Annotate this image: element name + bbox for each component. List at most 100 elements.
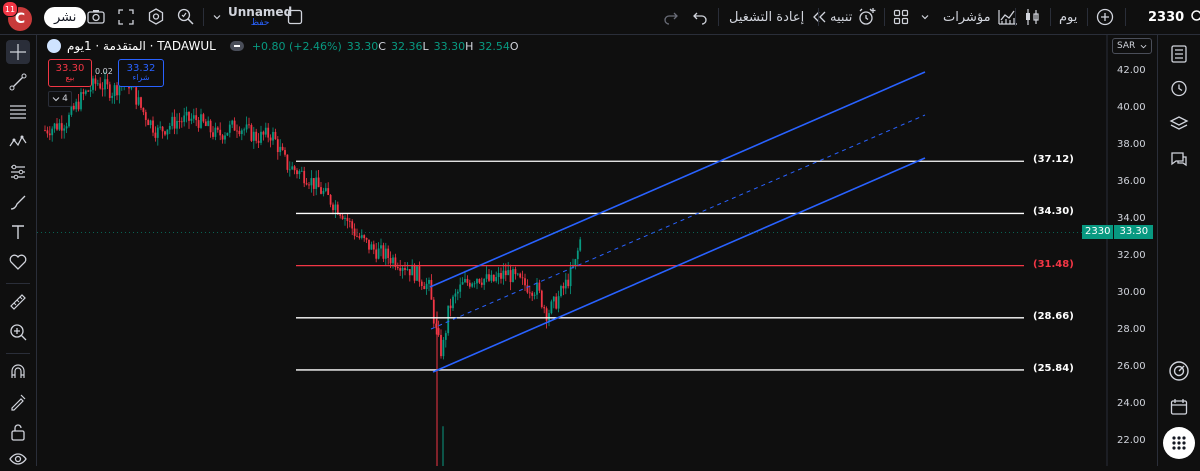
crosshair-icon[interactable] — [6, 40, 30, 64]
toolbar-divider — [1087, 8, 1088, 26]
magnet-icon[interactable] — [6, 360, 30, 384]
fib-levels-group — [296, 160, 1024, 371]
redo-icon[interactable] — [662, 0, 680, 34]
quick-search-icon[interactable] — [176, 0, 196, 34]
layout-name-button[interactable]: Unnamed حفظ — [228, 0, 292, 34]
legend-change: +0.80 (+2.46%) — [251, 39, 342, 53]
candle-body — [159, 126, 162, 128]
candle-body — [99, 83, 102, 89]
candle-body — [512, 269, 514, 283]
candle-body — [452, 296, 454, 309]
candle-body — [358, 236, 361, 238]
chart-type-candles-icon[interactable] — [1023, 0, 1041, 34]
watchlist-icon[interactable] — [1167, 42, 1191, 66]
eye-icon[interactable] — [6, 447, 30, 471]
calendar-icon[interactable] — [1167, 395, 1191, 419]
candle-body — [526, 285, 529, 293]
candle-body — [156, 127, 159, 138]
snapshot-camera-icon[interactable] — [86, 0, 106, 34]
candle-body — [560, 285, 562, 297]
lock-icon[interactable] — [6, 420, 30, 444]
buy-button[interactable]: 33.32 شراء — [118, 59, 164, 87]
alert-button[interactable]: تنبيه — [830, 0, 877, 34]
candle-body — [236, 130, 238, 132]
candle-body — [437, 328, 440, 335]
indicators-toggle-button[interactable]: 4 — [48, 91, 72, 107]
candle-body — [137, 97, 140, 105]
compare-add-symbol-icon[interactable] — [1095, 0, 1115, 34]
fullscreen-icon[interactable] — [117, 0, 135, 34]
spread-value: 0.02 — [95, 67, 113, 76]
candle-body — [569, 267, 572, 287]
replay-button[interactable]: إعادة التشغيل — [729, 0, 828, 34]
candle-body — [488, 274, 490, 281]
heart-icon[interactable] — [6, 250, 30, 274]
sell-label: بيع — [65, 73, 75, 83]
chat-icon[interactable] — [1167, 148, 1191, 172]
settings-gear-icon[interactable] — [146, 0, 166, 34]
layout-save-label: حفظ — [250, 18, 270, 28]
layout-box-icon[interactable] — [287, 0, 303, 34]
indicators-button[interactable]: مؤشرات — [943, 0, 1019, 34]
zoom-in-icon[interactable] — [6, 320, 30, 344]
current-price-value: 33.30 — [1114, 225, 1154, 239]
layers-icon[interactable] — [1167, 112, 1191, 136]
price-chart[interactable] — [37, 35, 1157, 466]
candle-body — [108, 84, 111, 98]
sell-button[interactable]: 33.30 بيع — [48, 59, 92, 87]
layout-dropdown-chevron-icon[interactable] — [212, 0, 222, 34]
trend-line-icon[interactable] — [6, 70, 30, 94]
replay-label: إعادة التشغيل — [729, 9, 805, 25]
symbol-title[interactable]: المتقدمة · 1يوم · TADAWUL — [67, 39, 216, 53]
user-avatar[interactable]: C 11 — [2, 0, 32, 34]
apps-grid-icon[interactable] — [1163, 427, 1195, 459]
candle-body — [351, 221, 354, 229]
candle-body — [180, 121, 183, 123]
chart-pane[interactable]: المتقدمة · 1يوم · TADAWUL +0.80 (+2.46%)… — [37, 35, 1157, 466]
undo-icon[interactable] — [691, 0, 709, 34]
candle-body — [48, 133, 51, 136]
parallel-channel-group — [429, 71, 926, 373]
toolbar-divider — [1050, 8, 1051, 26]
ruler-icon[interactable] — [6, 290, 30, 314]
alerts-clock-icon[interactable] — [1167, 76, 1191, 100]
candle-body — [149, 120, 152, 126]
templates-grid-icon[interactable] — [893, 0, 909, 34]
price-tick-label: 38.00 — [1117, 139, 1146, 150]
candle-body — [46, 130, 49, 134]
candle-body — [255, 131, 258, 141]
candle-body — [483, 278, 486, 285]
candle-body — [214, 127, 217, 137]
candle-body — [260, 131, 262, 143]
pattern-icon[interactable] — [6, 130, 30, 154]
candle-body — [135, 87, 138, 105]
candle-body — [346, 217, 349, 221]
candle-body — [442, 339, 445, 357]
candle-body — [408, 269, 411, 276]
interval-button[interactable]: يوم — [1059, 0, 1077, 34]
stay-drawing-icon[interactable] — [6, 390, 30, 414]
candle-body — [341, 215, 344, 220]
candle-body — [401, 268, 404, 271]
candle-body — [360, 235, 363, 238]
candle-body — [471, 283, 474, 287]
candle-body — [166, 129, 169, 135]
prediction-icon[interactable] — [6, 160, 30, 184]
candle-body — [413, 264, 416, 281]
candle-body — [140, 97, 142, 108]
currency-selector[interactable]: SAR — [1112, 38, 1152, 54]
target-icon[interactable] — [1167, 359, 1191, 383]
candle-body — [106, 79, 109, 85]
fib-icon[interactable] — [6, 100, 30, 124]
candle-body — [154, 132, 157, 138]
indicators-dropdown-chevron-icon[interactable] — [920, 0, 930, 34]
candle-body — [404, 268, 406, 270]
candle-body — [396, 266, 399, 269]
share-button[interactable]: نشر — [44, 6, 87, 28]
symbol-search-button[interactable]: 2330 — [1148, 0, 1200, 34]
text-icon[interactable] — [6, 220, 30, 244]
candle-body — [226, 132, 229, 136]
brush-icon[interactable] — [6, 190, 30, 214]
legend-collapse-button[interactable] — [229, 41, 244, 51]
candle-body — [281, 146, 284, 151]
